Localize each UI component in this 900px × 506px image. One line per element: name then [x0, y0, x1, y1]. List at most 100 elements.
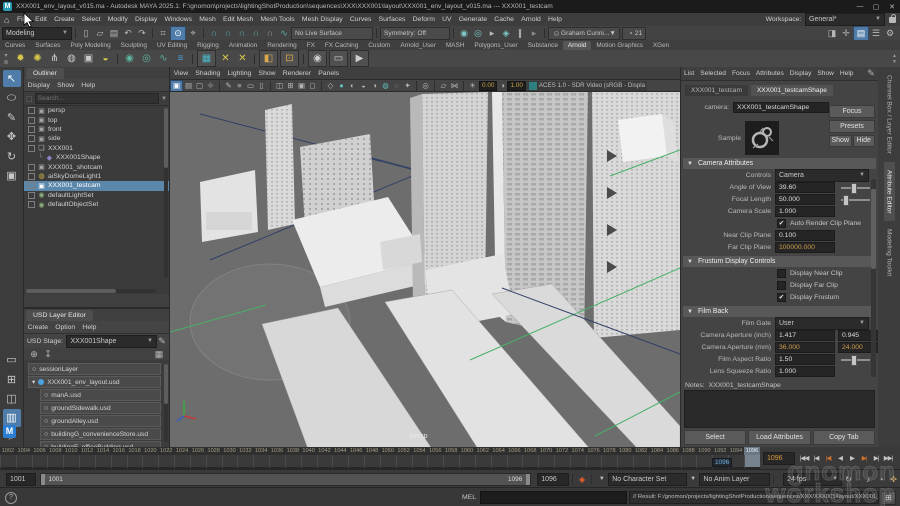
auto-render-clip-checkbox[interactable]: ✔	[777, 219, 786, 228]
menu-mesh[interactable]: Mesh	[196, 16, 220, 23]
timeline-tick-1014[interactable]: 1014	[95, 447, 111, 469]
menu-arnold[interactable]: Arnold	[518, 16, 545, 23]
viewport-menu-view[interactable]: View	[170, 70, 192, 77]
timeline-tick-1038[interactable]: 1038	[285, 447, 301, 469]
hypershade-icon[interactable]: ◈	[499, 27, 513, 40]
controls-dropdown[interactable]: Camera ▼	[775, 169, 869, 182]
menu-display[interactable]: Display	[131, 16, 160, 23]
loop-toggle-icon[interactable]: ↻	[842, 475, 855, 484]
shelf-tab-rendering[interactable]: Rendering	[262, 41, 302, 50]
rotate-tool[interactable]: ↻	[3, 148, 21, 165]
viewport-menu-panels[interactable]: Panels	[315, 70, 343, 77]
timeline-tick-1006[interactable]: 1006	[32, 447, 48, 469]
shadows-icon[interactable]: ◑	[369, 81, 380, 91]
menu-cache[interactable]: Cache	[491, 16, 518, 23]
timeline-tick-1090[interactable]: 1090	[696, 447, 712, 469]
step-back-frame-button[interactable]: |◀	[810, 451, 822, 465]
pin-icon[interactable]: ✎	[157, 335, 167, 348]
menu-file[interactable]: File	[13, 16, 31, 23]
fps-dropdown[interactable]: 24 fps ▼	[783, 473, 842, 486]
outliner-item-defaultlightset[interactable]: ◉defaultLightSet	[24, 191, 169, 200]
near-clip-field[interactable]: 0.100	[775, 230, 835, 241]
workspace-dropdown[interactable]: General* ▼	[805, 13, 885, 26]
motion-blur-icon[interactable]: ◌	[391, 81, 402, 91]
chevron-down-icon[interactable]: ▼	[687, 476, 700, 482]
textured-mode-icon[interactable]: ◐	[347, 81, 358, 91]
shelf-tab-fx-caching[interactable]: FX Caching	[320, 41, 363, 50]
make-live-icon[interactable]: ∿	[277, 27, 291, 40]
time-slider-ticks[interactable]: 1096 10021004100610081010101210141016101…	[0, 447, 760, 469]
timeline-tick-1072[interactable]: 1072	[554, 447, 570, 469]
shelf-tab-animation[interactable]: Animation	[224, 41, 262, 50]
resolution-gate-icon[interactable]: ▯	[256, 81, 267, 91]
shelf-tab-xgen[interactable]: XGen	[648, 41, 674, 50]
expander-icon[interactable]	[28, 192, 35, 199]
ae-menu-focus[interactable]: Focus	[729, 70, 753, 77]
timeline-tick-1080[interactable]: 1080	[617, 447, 633, 469]
timeline-tick-1052[interactable]: 1052	[396, 447, 412, 469]
timeline-tick-1058[interactable]: 1058	[443, 447, 459, 469]
undo-icon[interactable]: ↶	[121, 27, 135, 40]
timeline-tick-1050[interactable]: 1050	[380, 447, 396, 469]
minimize-button[interactable]: —	[852, 3, 868, 10]
play-backwards-button[interactable]: ◀	[834, 451, 846, 465]
menu-mesh-display[interactable]: Mesh Display	[298, 16, 346, 23]
safe-title-icon[interactable]: ◻	[307, 81, 318, 91]
film-gate-icon[interactable]: ▭	[245, 81, 256, 91]
point-light-icon[interactable]: ✹	[12, 51, 29, 66]
timeline-tick-1084[interactable]: 1084	[649, 447, 665, 469]
expander-icon[interactable]	[28, 117, 35, 124]
timeline-tick-1066[interactable]: 1066	[507, 447, 523, 469]
display-near-clip-checkbox[interactable]	[777, 269, 786, 278]
shaded-mode-icon[interactable]: ●	[336, 81, 347, 91]
menu-select[interactable]: Select	[78, 16, 104, 23]
ambient-occlusion-icon[interactable]: ◍	[380, 81, 391, 91]
menu-mesh-tools[interactable]: Mesh Tools	[257, 16, 298, 23]
timeline-tick-1068[interactable]: 1068	[522, 447, 538, 469]
render-sequence-icon[interactable]: ▸	[485, 27, 499, 40]
snap-to-point-icon[interactable]: ⌖	[186, 27, 200, 40]
outliner-hscrollbar[interactable]	[26, 289, 156, 293]
home-icon[interactable]: ⌂	[0, 15, 13, 25]
ae-menu-display[interactable]: Display	[787, 70, 815, 77]
chevron-down-icon[interactable]: ▼	[595, 476, 608, 482]
skydome-light-icon[interactable]: ◍	[63, 51, 80, 66]
outliner-item-front[interactable]: ▣front	[24, 125, 169, 134]
section-frustum-display[interactable]: ▼ Frustum Display Controls	[683, 256, 876, 267]
workspace-lock-icon[interactable]	[889, 17, 896, 23]
right-tab-modeling-toolkit[interactable]: Modeling Toolkit	[884, 221, 895, 284]
current-frame-field[interactable]: 1096	[763, 452, 795, 465]
render-eye-icon[interactable]: ◉	[308, 50, 327, 67]
new-scene-icon[interactable]: ▯	[79, 27, 93, 40]
single-pane-icon[interactable]: ◨	[825, 27, 839, 40]
timeline-tick-1018[interactable]: 1018	[127, 447, 143, 469]
usd-layer-buildingg-conveniencestore-usd[interactable]: ○buildingG_convenienceStore.usd	[40, 428, 161, 440]
snap-plane-magnet-icon[interactable]: ∩	[249, 27, 263, 40]
timeline-tick-1040[interactable]: 1040	[301, 447, 317, 469]
shelf-tab-custom[interactable]: Custom	[363, 41, 395, 50]
focus-button[interactable]: Focus	[829, 105, 875, 118]
ae-menu-show[interactable]: Show	[814, 70, 837, 77]
lens-squeeze-field[interactable]: 1.000	[775, 366, 835, 377]
shelf-tab-sculpting[interactable]: Sculpting	[116, 41, 152, 50]
step-icon[interactable]: ▸	[527, 27, 541, 40]
timeline-tick-1044[interactable]: 1044	[332, 447, 348, 469]
outliner-vscrollbar[interactable]	[164, 108, 168, 278]
outliner-item-persp[interactable]: ▣persp	[24, 106, 169, 115]
exposure-icon[interactable]: ☀	[467, 81, 478, 91]
layout-single-pane[interactable]: ▭	[3, 351, 21, 368]
timeline-tick-1062[interactable]: 1062	[475, 447, 491, 469]
play-forwards-button[interactable]: ▶	[846, 451, 858, 465]
search-input[interactable]	[35, 93, 159, 104]
menu-edit-mesh[interactable]: Edit Mesh	[219, 16, 256, 23]
layout-outliner-persp[interactable]: ▥	[3, 409, 21, 426]
timeline-tick-1074[interactable]: 1074	[570, 447, 586, 469]
presets-button[interactable]: Presets	[829, 120, 875, 133]
live-surface-field[interactable]: No Live Surface	[291, 27, 373, 40]
range-slider[interactable]: 1001 1096	[40, 473, 532, 486]
user-account-chip[interactable]: ☺ Graham Cunni... ▼	[548, 27, 620, 40]
outliner-item-aiskydomelight1[interactable]: ◍aiSkyDomeLight1	[24, 172, 169, 181]
expander-icon[interactable]	[28, 126, 35, 133]
range-start-field[interactable]: 1001	[6, 473, 36, 486]
timeline-tick-1046[interactable]: 1046	[348, 447, 364, 469]
